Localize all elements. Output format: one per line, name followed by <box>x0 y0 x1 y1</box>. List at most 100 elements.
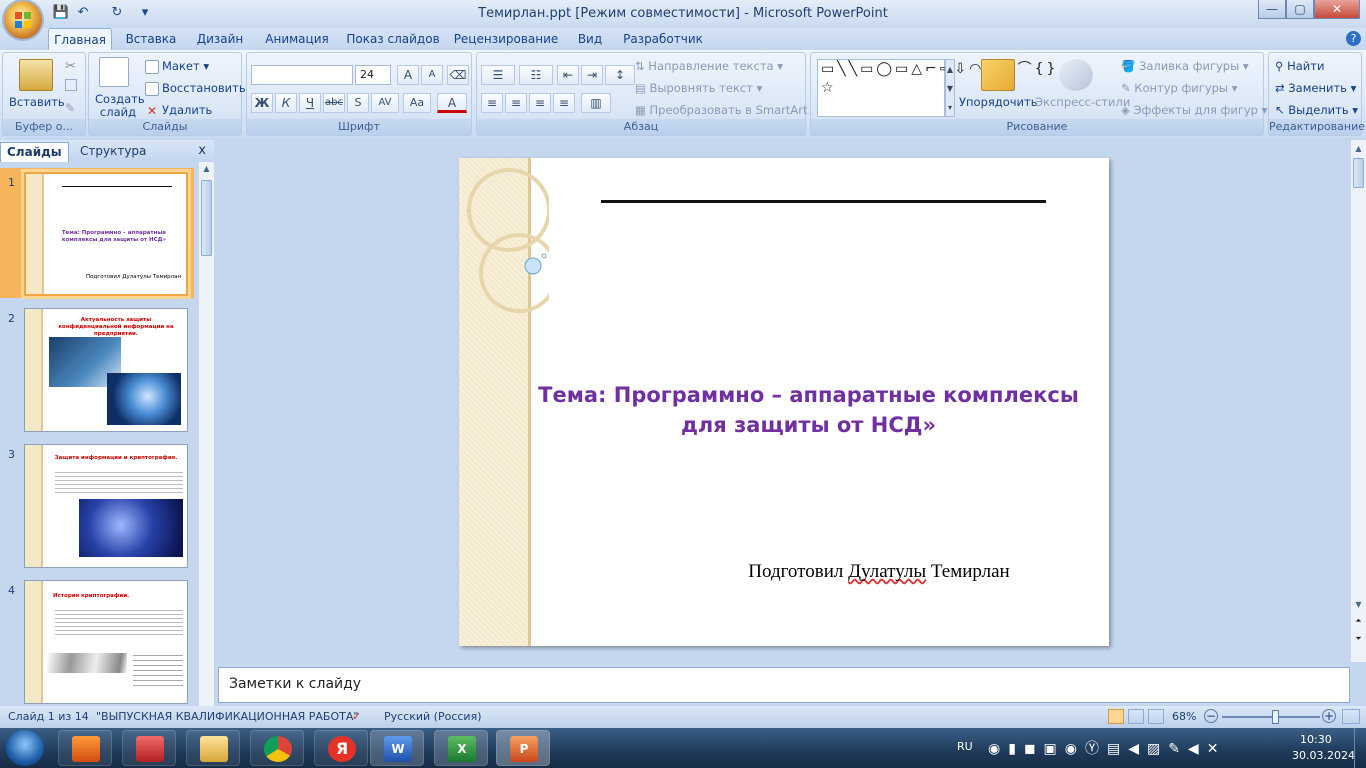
grow-font-icon[interactable]: A <box>397 65 419 85</box>
numbering-icon[interactable]: ☷ <box>519 65 553 85</box>
align-right-icon[interactable]: ≡ <box>529 93 551 113</box>
font-name-input[interactable] <box>251 65 353 85</box>
input-language[interactable]: RU <box>957 740 973 753</box>
layout-button[interactable]: Макет ▾ <box>145 59 209 74</box>
scroll-down-icon[interactable]: ▼ <box>1353 600 1364 609</box>
notes-pane[interactable]: Заметки к слайду <box>218 667 1350 703</box>
normal-view-icon[interactable] <box>1108 709 1124 724</box>
slide-title[interactable]: Тема: Программно – аппаратные комплексы … <box>531 380 1086 440</box>
align-center-icon[interactable]: ≡ <box>505 93 527 113</box>
underline-button[interactable]: Ч <box>299 93 321 113</box>
tab-animation[interactable]: Анимация <box>258 28 336 50</box>
taskbar-powerpoint[interactable]: P <box>496 730 550 766</box>
quick-styles-button[interactable]: Экспресс-стили <box>1035 95 1130 109</box>
shapes-more-icon[interactable]: ▲ ▼ ▾ <box>945 59 955 117</box>
columns-icon[interactable]: ▥ <box>581 93 611 113</box>
shape-outline-button[interactable]: ✎ Контур фигуры ▾ <box>1121 81 1237 95</box>
align-text-button[interactable]: ▤ Выровнять текст ▾ <box>635 81 762 95</box>
change-case-button[interactable]: Aa <box>403 93 431 113</box>
save-icon[interactable]: 💾 <box>52 4 70 22</box>
copy-icon[interactable] <box>65 79 77 91</box>
clock-date[interactable]: 30.03.2024 <box>1292 749 1355 762</box>
delete-button[interactable]: ✕ Удалить <box>145 103 212 118</box>
zoom-slider[interactable] <box>1222 710 1320 724</box>
scroll-thumb[interactable] <box>201 180 212 256</box>
prev-slide-icon[interactable]: ⏶ <box>1353 616 1364 626</box>
slide-thumbnail-4[interactable]: История криптографии. <box>24 580 188 704</box>
taskbar-word[interactable]: W <box>370 730 424 766</box>
qat-customize-icon[interactable]: ▾ <box>136 4 154 22</box>
undo-icon[interactable]: ↶ <box>74 4 92 22</box>
taskbar-app-red[interactable] <box>122 730 176 766</box>
slide-thumbnail-2[interactable]: Актуальность защиты конфиденциальной инф… <box>24 308 188 432</box>
smartart-button[interactable]: ▦ Преобразовать в SmartArt ▾ <box>635 103 817 117</box>
slideshow-view-icon[interactable] <box>1148 709 1164 724</box>
shapes-gallery[interactable]: ▭╲╲▭◯▭△⌐⇨⇩◠▭⌒⌒{}☆ <box>817 59 1055 117</box>
shadow-icon[interactable]: S <box>347 93 369 113</box>
office-button[interactable] <box>4 1 42 39</box>
tab-view[interactable]: Вид <box>570 28 610 50</box>
tab-developer[interactable]: Разработчик <box>618 28 708 50</box>
arrange-button[interactable]: Упорядочить <box>959 95 1038 109</box>
increase-indent-icon[interactable]: ⇥ <box>581 65 603 85</box>
zoom-level[interactable]: 68% <box>1172 710 1196 723</box>
tab-home[interactable]: Главная <box>48 28 112 50</box>
slide-thumbnail-1[interactable]: Тема: Программно – аппаратные комплексы … <box>21 169 191 299</box>
tab-design[interactable]: Дизайн <box>190 28 250 50</box>
scroll-up-icon[interactable]: ▲ <box>1353 144 1364 153</box>
tab-slideshow[interactable]: Показ слайдов <box>344 28 442 50</box>
sorter-view-icon[interactable] <box>1128 709 1144 724</box>
taskbar-excel[interactable]: X <box>434 730 488 766</box>
find-button[interactable]: ⚲ Найти <box>1275 59 1324 73</box>
align-left-icon[interactable]: ≡ <box>481 93 503 113</box>
current-slide[interactable]: Тема: Программно – аппаратные комплексы … <box>459 158 1109 646</box>
tab-outline[interactable]: Структура <box>74 142 152 162</box>
tray-icons[interactable]: ◉▮◼▣◉Ⓨ▤◀▨✎◀✕ <box>988 738 1226 758</box>
new-slide-button[interactable]: Создать слайд <box>95 93 145 119</box>
language-indicator[interactable]: Русский (Россия) <box>384 710 482 723</box>
zoom-slider-thumb[interactable] <box>1272 710 1280 724</box>
clock-time[interactable]: 10:30 <box>1300 733 1332 746</box>
clear-format-icon[interactable]: ⌫ <box>447 65 469 85</box>
format-painter-icon[interactable]: ✎ <box>65 101 75 115</box>
scroll-thumb[interactable] <box>1353 158 1364 188</box>
slide-author[interactable]: Подготовил Дулатулы Темирлан <box>669 561 1089 583</box>
shape-effects-button[interactable]: ◈ Эффекты для фигур ▾ <box>1121 103 1267 117</box>
maximize-button[interactable]: ▢ <box>1286 0 1314 19</box>
redo-icon[interactable]: ↻ <box>108 4 126 22</box>
taskbar-yandex[interactable]: Я <box>314 730 368 766</box>
close-button[interactable]: ✕ <box>1314 0 1360 19</box>
italic-button[interactable]: К <box>275 93 297 113</box>
tab-slides[interactable]: Слайды <box>0 142 69 162</box>
zoom-out-icon[interactable]: − <box>1204 709 1218 723</box>
taskbar-explorer[interactable] <box>186 730 240 766</box>
taskbar-media-player[interactable] <box>58 730 112 766</box>
cut-icon[interactable]: ✂ <box>65 59 76 74</box>
scroll-up-icon[interactable]: ▲ <box>201 164 212 176</box>
help-icon[interactable]: ? <box>1346 31 1361 46</box>
theme-name[interactable]: "ВЫПУСКНАЯ КВАЛИФИКАЦИОННАЯ РАБОТА" <box>96 710 358 723</box>
slide-counter[interactable]: Слайд 1 из 14 <box>8 710 89 723</box>
strikethrough-button[interactable]: abc <box>323 93 345 113</box>
text-direction-button[interactable]: ⇅ Направление текста ▾ <box>635 59 783 73</box>
reset-button[interactable]: Восстановить <box>145 81 246 96</box>
font-size-input[interactable]: 24 <box>355 65 391 85</box>
minimize-button[interactable]: — <box>1258 0 1286 19</box>
decrease-indent-icon[interactable]: ⇤ <box>557 65 579 85</box>
panel-close-icon[interactable]: x <box>198 143 206 158</box>
line-spacing-icon[interactable]: ↕ <box>605 65 635 85</box>
start-button[interactable] <box>6 730 44 766</box>
panel-scrollbar[interactable]: ▲ <box>198 162 214 706</box>
tab-review[interactable]: Рецензирование <box>450 28 562 50</box>
zoom-in-icon[interactable]: + <box>1322 709 1336 723</box>
taskbar-chrome[interactable] <box>250 730 304 766</box>
show-desktop-button[interactable] <box>1354 728 1366 768</box>
shrink-font-icon[interactable]: A <box>421 65 443 85</box>
select-button[interactable]: ↖ Выделить ▾ <box>1275 103 1358 117</box>
replace-button[interactable]: ⇄ Заменить ▾ <box>1275 81 1356 95</box>
bold-button[interactable]: Ж <box>251 93 273 113</box>
fit-to-window-icon[interactable] <box>1342 709 1360 724</box>
bullets-icon[interactable]: ☰ <box>481 65 515 85</box>
paste-button[interactable]: Вставить <box>9 95 65 109</box>
next-slide-icon[interactable]: ⏷ <box>1353 634 1364 644</box>
